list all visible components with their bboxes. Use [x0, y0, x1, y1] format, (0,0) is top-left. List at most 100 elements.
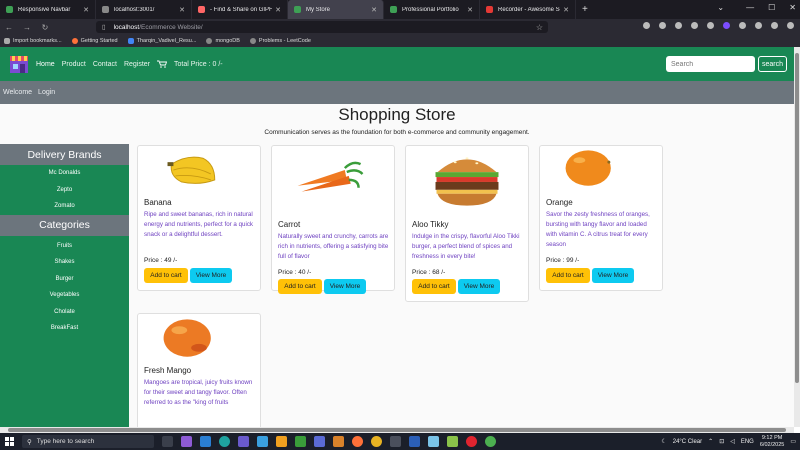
- tray-arrow-icon[interactable]: ⌃: [708, 438, 713, 445]
- forward-icon[interactable]: →: [18, 23, 36, 32]
- nav-home-link[interactable]: Home: [36, 61, 55, 68]
- tab-list-icon[interactable]: ⌄: [717, 3, 724, 12]
- weather-icon[interactable]: ☾: [661, 438, 666, 445]
- tab-giphy[interactable]: - Find & Share on GIPHY ✕: [192, 0, 288, 19]
- clock[interactable]: 9:12 PM 6/02/2025: [760, 435, 784, 448]
- windows-start-icon[interactable]: [5, 437, 14, 446]
- extension-icon[interactable]: [707, 22, 714, 29]
- login-link[interactable]: Login: [38, 89, 55, 96]
- back-icon[interactable]: ←: [0, 23, 18, 32]
- bookmark-import[interactable]: Import bookmarks...: [4, 38, 62, 44]
- extension-icon[interactable]: [675, 22, 682, 29]
- nav-register-link[interactable]: Register: [124, 61, 150, 68]
- close-icon[interactable]: ✕: [467, 6, 473, 14]
- chrome-icon[interactable]: [371, 436, 382, 447]
- tab-professional-portfolio[interactable]: Professional Portfolio ✕: [384, 0, 480, 19]
- sidebar-item-vegetables[interactable]: Vegetables: [0, 287, 129, 304]
- weather-text[interactable]: 24°C Clear: [673, 439, 702, 445]
- opera-icon[interactable]: [466, 436, 477, 447]
- notifications-icon[interactable]: ▭: [790, 438, 796, 445]
- close-icon[interactable]: ✕: [563, 6, 569, 14]
- task-view-icon[interactable]: [162, 436, 173, 447]
- taskbar-search[interactable]: ⚲ Type here to search: [22, 435, 154, 448]
- bookmark-mongodb[interactable]: mongoDB: [206, 38, 240, 44]
- app-icon[interactable]: [314, 436, 325, 447]
- add-to-cart-button[interactable]: Add to cart: [412, 279, 456, 294]
- sidebar-item-breakfast[interactable]: BreakFast: [0, 320, 129, 337]
- search-input[interactable]: [666, 56, 755, 72]
- view-more-button[interactable]: View More: [324, 279, 366, 294]
- tab-localhost[interactable]: localhost:3001/ ✕: [96, 0, 192, 19]
- app-icon[interactable]: [390, 436, 401, 447]
- app-icon[interactable]: [447, 436, 458, 447]
- store-logo-icon[interactable]: [8, 53, 30, 75]
- app-icon[interactable]: [257, 436, 268, 447]
- cart-icon[interactable]: [157, 60, 168, 68]
- sidebar-item-zomato[interactable]: Zomato: [0, 198, 129, 215]
- sidebar-item-shakes[interactable]: Shakes: [0, 254, 129, 271]
- sidebar-item-mcdonalds[interactable]: Mc Donalds: [0, 165, 129, 182]
- welcome-link[interactable]: Welcome: [3, 89, 32, 96]
- app-icon[interactable]: [238, 436, 249, 447]
- page-info-icon[interactable]: ▯: [102, 23, 106, 31]
- add-to-cart-button[interactable]: Add to cart: [546, 268, 590, 283]
- edge-icon[interactable]: [219, 436, 230, 447]
- bookmark-getting-started[interactable]: Getting Started: [71, 38, 118, 44]
- close-icon[interactable]: ✕: [371, 6, 377, 14]
- tab-recorder[interactable]: Recorder - Awesome Screensh✕: [480, 0, 576, 19]
- view-more-button[interactable]: View More: [458, 279, 500, 294]
- volume-icon[interactable]: ◁: [730, 438, 735, 445]
- firefox-icon[interactable]: [352, 436, 363, 447]
- address-bar[interactable]: ▯ localhost /Ecommerce Website/ ☆: [96, 21, 548, 33]
- app-icon[interactable]: [333, 436, 344, 447]
- bookmark-leetcode[interactable]: Problems - LeetCode: [249, 38, 311, 44]
- page-tagline: Communication serves as the foundation f…: [264, 129, 530, 136]
- extension-icon[interactable]: [771, 22, 778, 29]
- search-button[interactable]: search: [758, 56, 787, 72]
- scrollbar-thumb[interactable]: [8, 428, 786, 432]
- add-to-cart-button[interactable]: Add to cart: [144, 268, 188, 283]
- app-icon[interactable]: [276, 436, 287, 447]
- close-icon[interactable]: ✕: [83, 6, 89, 14]
- scrollbar-thumb[interactable]: [795, 53, 799, 383]
- product-description: Ripe and sweet bananas, rich in natural …: [144, 211, 254, 238]
- extension-icon[interactable]: [755, 22, 762, 29]
- extension-icon[interactable]: [739, 22, 746, 29]
- extension-icon[interactable]: [723, 22, 730, 29]
- word-icon[interactable]: [409, 436, 420, 447]
- reload-icon[interactable]: ↻: [36, 23, 54, 32]
- sidebar-item-burger[interactable]: Burger: [0, 271, 129, 288]
- close-icon[interactable]: ✕: [179, 6, 185, 14]
- menu-icon[interactable]: [787, 22, 794, 29]
- new-tab-icon[interactable]: +: [582, 4, 588, 15]
- extension-icon[interactable]: [659, 22, 666, 29]
- close-icon[interactable]: ✕: [275, 6, 281, 14]
- window-close-icon[interactable]: ✕: [789, 3, 796, 12]
- minimize-icon[interactable]: —: [746, 3, 754, 12]
- language-indicator[interactable]: ENG: [741, 439, 754, 445]
- vertical-scrollbar[interactable]: [794, 47, 800, 427]
- sidebar-item-cholate[interactable]: Cholate: [0, 304, 129, 321]
- add-to-cart-button[interactable]: Add to cart: [278, 279, 322, 294]
- carrot-image: [297, 161, 364, 192]
- network-icon[interactable]: ⊡: [719, 438, 724, 445]
- app-icon[interactable]: [295, 436, 306, 447]
- bookmark-star-icon[interactable]: ☆: [536, 23, 543, 32]
- sidebar-item-fruits[interactable]: Fruits: [0, 238, 129, 255]
- extension-icon[interactable]: [691, 22, 698, 29]
- chrome-icon[interactable]: [485, 436, 496, 447]
- vscode-icon[interactable]: [200, 436, 211, 447]
- maximize-icon[interactable]: ☐: [768, 3, 775, 12]
- sidebar-item-zepto[interactable]: Zepto: [0, 182, 129, 199]
- view-more-button[interactable]: View More: [190, 268, 232, 283]
- bookmark-resume[interactable]: Tharqin_Vadivel_Resu...: [127, 38, 196, 44]
- visual-studio-icon[interactable]: [181, 436, 192, 447]
- nav-contact-link[interactable]: Contact: [93, 61, 117, 68]
- app-icon[interactable]: [428, 436, 439, 447]
- view-more-button[interactable]: View More: [592, 268, 634, 283]
- product-card: Banana Ripe and sweet bananas, rich in n…: [137, 145, 261, 291]
- tab-responsive-navbar[interactable]: Responsive Navbar ✕: [0, 0, 96, 19]
- tab-my-store[interactable]: My Store ✕: [288, 0, 384, 19]
- nav-product-link[interactable]: Product: [62, 61, 86, 68]
- extension-icon[interactable]: [643, 22, 650, 29]
